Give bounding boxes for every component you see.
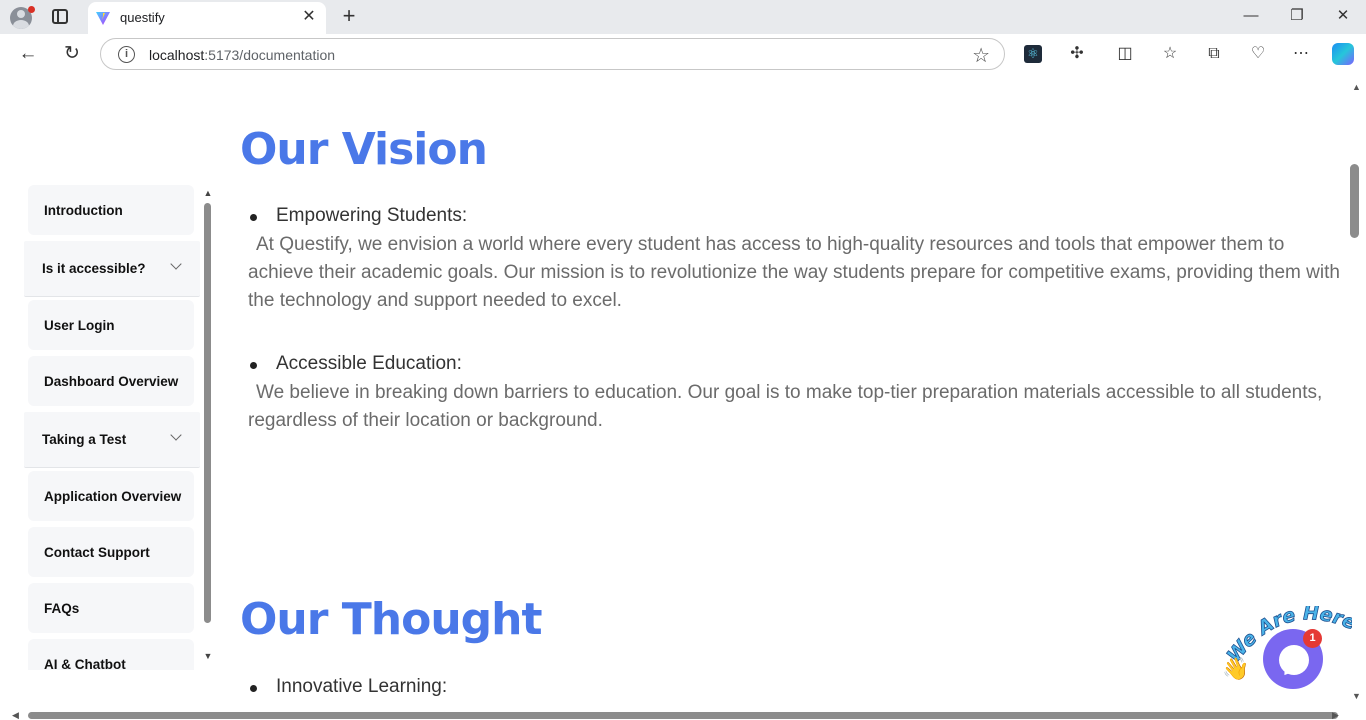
browser-tab[interactable]: questify ✕ (88, 2, 326, 34)
tab-close-icon[interactable]: ✕ (300, 8, 318, 26)
section-heading-vision: Our Vision (240, 124, 488, 175)
sidebar-item-label: Dashboard Overview (44, 374, 179, 389)
page-hscroll-thumb[interactable] (28, 712, 1338, 719)
bullet-icon (250, 214, 257, 221)
page-scroll-thumb[interactable] (1350, 164, 1359, 238)
sidebar-item-application-overview[interactable]: Application Overview (28, 471, 194, 521)
site-info-icon[interactable]: i (118, 46, 135, 63)
scroll-up-arrow-icon[interactable]: ▲ (1352, 82, 1361, 92)
chat-bubble-icon (1279, 645, 1309, 675)
more-icon[interactable]: ⋯ (1290, 43, 1312, 65)
close-window-icon[interactable]: ✕ (1333, 6, 1353, 26)
sidebar-item-label: Introduction (44, 203, 123, 218)
bullet-paragraph: At Questify, we envision a world where e… (248, 234, 1340, 311)
sidebar-item-accessibility[interactable]: Is it accessible? (24, 241, 200, 297)
docs-sidebar: Introduction Is it accessible? User Logi… (24, 184, 202, 670)
sidebar-item-label: Contact Support (44, 545, 150, 560)
heart-pulse-icon[interactable]: ♡ (1247, 43, 1269, 65)
scroll-left-arrow-icon[interactable]: ◀ (12, 710, 19, 720)
bullet-icon (250, 362, 257, 369)
sidebar-item-faqs[interactable]: FAQs (28, 583, 194, 633)
sidebar-item-label: Application Overview (44, 489, 182, 504)
sidebar-item-label: User Login (44, 318, 115, 333)
tab-actions-icon[interactable] (52, 9, 68, 24)
sidebar-item-label: AI & Chatbot (44, 657, 126, 670)
scroll-down-arrow-icon[interactable]: ▼ (202, 652, 214, 661)
chat-unread-badge: 1 (1303, 629, 1322, 648)
waving-hand-icon: 👋 (1222, 656, 1249, 682)
sidebar-scroll-thumb[interactable] (204, 203, 211, 623)
browser-toolbar: ← ↻ i localhost:5173/documentation ☆ ⚛ ✣… (0, 34, 1366, 74)
chevron-down-icon (170, 258, 182, 270)
url-host: localhost (149, 47, 205, 63)
address-bar[interactable]: i localhost:5173/documentation ☆ (100, 38, 1005, 70)
url-path: :5173/documentation (204, 47, 336, 63)
sidebar-item-dashboard-overview[interactable]: Dashboard Overview (28, 356, 194, 406)
scroll-up-arrow-icon[interactable]: ▲ (202, 189, 214, 198)
bullet-icon (250, 685, 257, 692)
notification-dot (28, 6, 35, 13)
scroll-right-arrow-icon[interactable]: ▶ (1332, 710, 1339, 720)
page-viewport: Introduction Is it accessible? User Logi… (4, 74, 1346, 710)
split-screen-icon[interactable]: ◫ (1114, 43, 1136, 65)
sidebar-item-ai-chatbot[interactable]: AI & Chatbot (28, 639, 194, 670)
page-horizontal-scrollbar[interactable]: ◀ ▶ (0, 710, 1346, 720)
sidebar-item-user-login[interactable]: User Login (28, 300, 194, 350)
collections-icon[interactable]: ⧉ (1203, 43, 1225, 65)
bullet-title: Empowering Students: (276, 205, 468, 226)
back-arrow-icon[interactable]: ← (17, 43, 39, 65)
sidebar-item-label: FAQs (44, 601, 80, 616)
minimize-icon[interactable]: — (1241, 6, 1261, 26)
tab-title: questify (120, 10, 165, 25)
bullet-title: Accessible Education: (276, 353, 462, 374)
sidebar-item-contact-support[interactable]: Contact Support (28, 527, 194, 577)
copilot-icon[interactable] (1332, 43, 1354, 65)
sidebar-item-label: Taking a Test (42, 432, 127, 447)
restore-icon[interactable]: ❐ (1287, 6, 1307, 26)
puzzle-icon[interactable]: ✣ (1066, 43, 1088, 65)
bullet-title: Innovative Learning: (276, 676, 448, 697)
sidebar-item-taking-a-test[interactable]: Taking a Test (24, 412, 200, 468)
vite-favicon-icon (96, 12, 110, 25)
sidebar-scrollbar[interactable]: ▲ ▼ (202, 189, 214, 669)
new-tab-button[interactable]: + (338, 4, 360, 28)
react-devtools-icon[interactable]: ⚛ (1024, 45, 1042, 63)
url-text: localhost:5173/documentation (149, 47, 335, 63)
reload-icon[interactable]: ↻ (61, 43, 83, 65)
chevron-down-icon (170, 429, 182, 441)
scroll-down-arrow-icon[interactable]: ▼ (1352, 691, 1361, 701)
browser-titlebar: questify ✕ + — ❐ ✕ (0, 0, 1366, 34)
favorites-icon[interactable]: ☆ (1159, 43, 1181, 65)
sidebar-item-introduction[interactable]: Introduction (28, 185, 194, 235)
sidebar-item-label: Is it accessible? (42, 261, 146, 276)
section-heading-thought: Our Thought (240, 594, 542, 645)
bullet-paragraph: We believe in breaking down barriers to … (248, 382, 1323, 431)
favorite-star-icon[interactable]: ☆ (972, 43, 990, 68)
